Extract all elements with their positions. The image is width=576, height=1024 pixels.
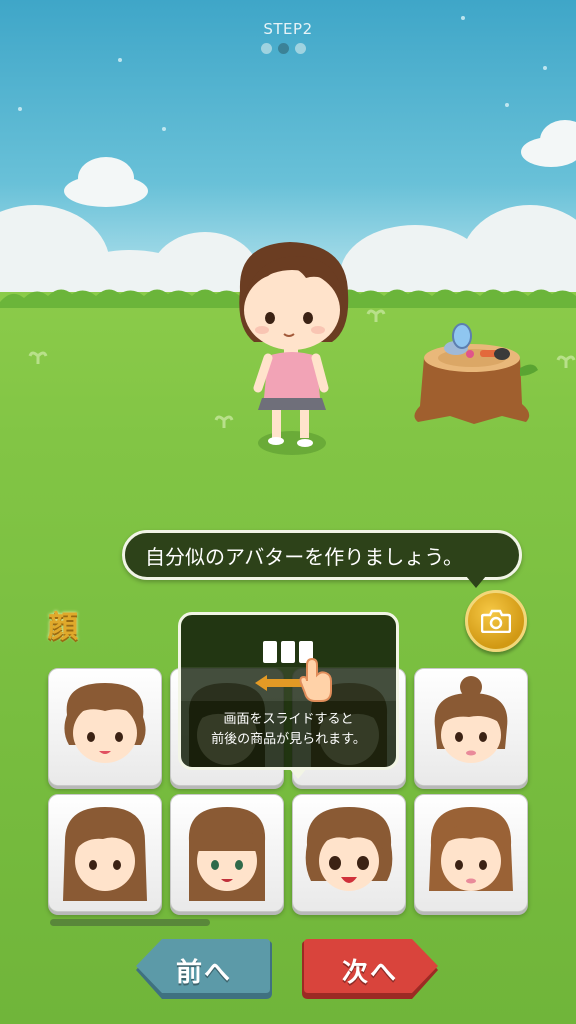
face-thumbnail (63, 807, 147, 901)
instruction-text: 自分似のアバターを作りましょう。 (145, 544, 463, 569)
face-item-tile[interactable] (292, 794, 406, 912)
avatar-character (239, 242, 349, 455)
prev-button-label: 前へ (175, 957, 232, 988)
next-button-label: 次へ (341, 957, 398, 988)
stump-icon (414, 323, 538, 424)
slide-hint-tail (288, 767, 308, 779)
face-item-tile[interactable] (414, 668, 528, 786)
instruction-bubble-tail (466, 576, 486, 588)
slide-hint-text: 画面をスライドすると 前後の商品が見られます。 (181, 710, 396, 750)
category-label: 顔 (48, 610, 78, 645)
slide-hint-line1: 画面をスライドすると (223, 712, 354, 727)
face-item-tile[interactable] (414, 794, 528, 912)
step-label: STEP2 (263, 20, 313, 38)
camera-icon (481, 609, 511, 633)
face-item-tile[interactable] (48, 668, 162, 786)
grid-scroll-indicator (50, 919, 210, 926)
step-indicator (261, 43, 306, 54)
swipe-hand-icon (255, 641, 332, 702)
slide-hint-overlay: 画面をスライドすると 前後の商品が見られます。 (178, 612, 399, 770)
face-thumbnail (64, 683, 146, 763)
face-thumbnail (434, 676, 508, 763)
camera-button[interactable] (465, 590, 527, 652)
slide-hint-line2: 前後の商品が見られます。 (211, 732, 366, 747)
face-thumbnail (429, 807, 513, 891)
step-dot (295, 43, 306, 54)
instruction-bubble: 自分似のアバターを作りましょう。 (122, 530, 522, 580)
step-dot-current (278, 43, 289, 54)
step-dot (261, 43, 272, 54)
face-thumbnail (305, 807, 393, 891)
next-button[interactable]: 次へ (300, 937, 440, 1003)
face-thumbnail (188, 807, 266, 901)
face-item-tile[interactable] (48, 794, 162, 912)
face-item-tile[interactable] (170, 794, 284, 912)
prev-button[interactable]: 前へ (134, 937, 274, 1003)
